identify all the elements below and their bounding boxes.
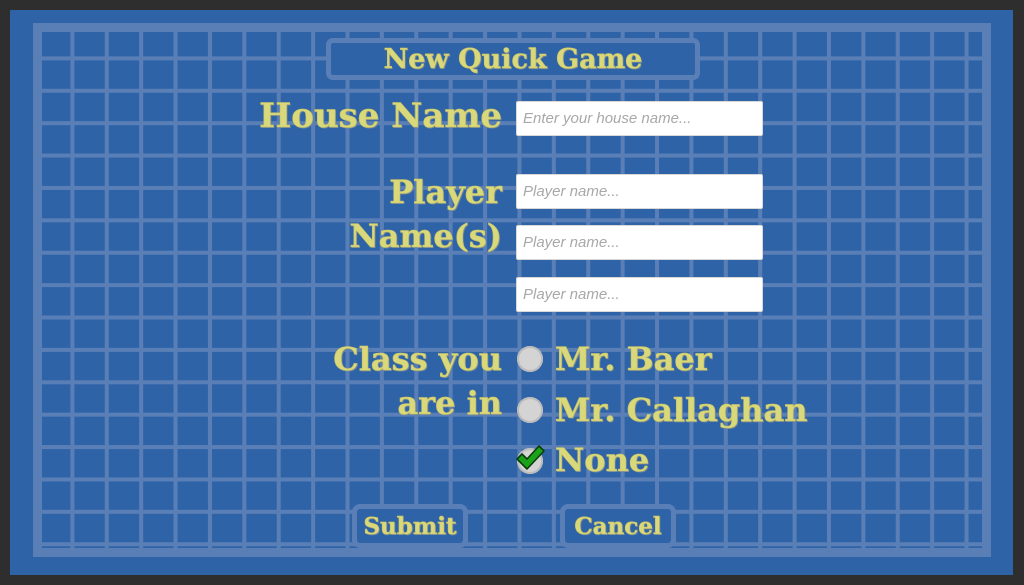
player-name-input-3[interactable] [516, 277, 763, 312]
cancel-button-label: Cancel [574, 512, 662, 540]
class-label: Class you are in [270, 337, 502, 425]
player-name-input-1[interactable] [516, 174, 763, 209]
radio-mr-callaghan[interactable] [517, 397, 543, 423]
submit-button[interactable]: Submit [352, 504, 468, 548]
dialog-title-box: New Quick Game [326, 38, 700, 80]
player-names-label: Player Name(s) [280, 170, 502, 258]
radio-label-mr-baer[interactable]: Mr. Baer [555, 343, 712, 376]
dialog-title: New Quick Game [383, 43, 643, 75]
cancel-button[interactable]: Cancel [560, 504, 676, 548]
house-name-label: House Name [230, 96, 502, 137]
blueprint-grid [33, 23, 991, 557]
submit-button-label: Submit [363, 512, 457, 540]
player-names-label-line1: Player [389, 173, 502, 212]
radio-none[interactable] [516, 445, 545, 474]
class-label-line2: are in [397, 384, 502, 423]
player-names-label-line2: Name(s) [349, 217, 502, 256]
house-name-input[interactable] [516, 101, 763, 136]
radio-label-none[interactable]: None [555, 444, 650, 477]
class-label-line1: Class you [333, 340, 502, 379]
house-name-label-text: House Name [259, 96, 502, 137]
radio-label-mr-callaghan[interactable]: Mr. Callaghan [555, 394, 808, 427]
player-name-input-2[interactable] [516, 225, 763, 260]
checkmark-icon [516, 445, 545, 470]
radio-mr-baer[interactable] [517, 346, 543, 372]
